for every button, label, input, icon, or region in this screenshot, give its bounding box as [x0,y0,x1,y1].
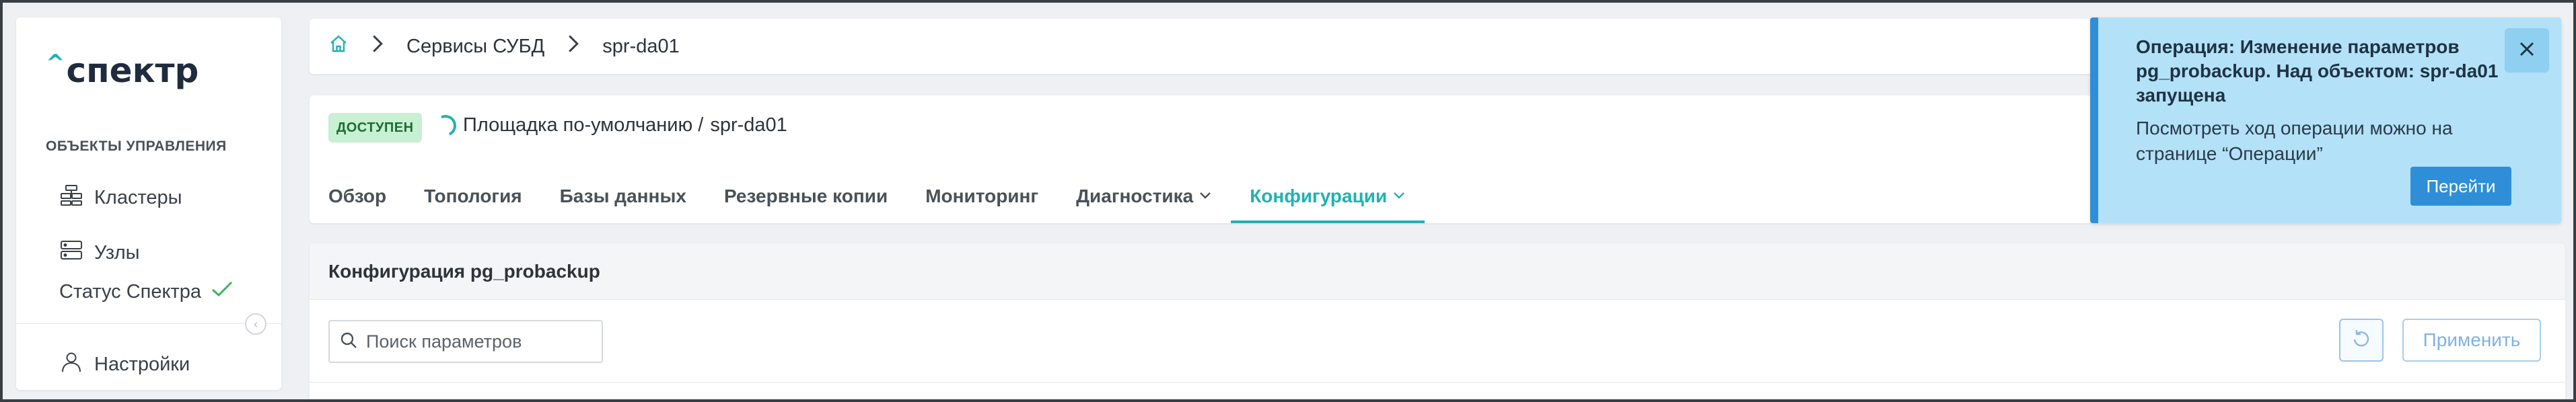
user-icon [59,350,83,379]
sidebar-section-label: ОБЪЕКТЫ УПРАВЛЕНИЯ [46,138,227,154]
loading-spinner-icon [431,111,460,140]
tab-label: Базы данных [559,186,686,206]
undo-icon [2351,328,2372,353]
object-tabs: Обзор Топология Базы данных Резервные ко… [328,169,1425,223]
breadcrumb-item-current: spr-da01 [602,35,680,57]
breadcrumb-item-dbms-services[interactable]: Сервисы СУБД [406,36,544,58]
chevron-down-icon [1392,189,1406,204]
sidebar: ^ спектр ОБЪЕКТЫ УПРАВЛЕНИЯ Кластеры Узл… [16,17,281,390]
object-path: Площадка по-умолчанию / spr-da01 [431,111,787,140]
tab-label: Топология [424,186,522,206]
tab-label: Конфигурации [1250,186,1388,206]
divider [310,382,2565,383]
object-header: ДОСТУПЕН Площадка по-умолчанию / spr-da0… [310,95,2093,223]
search-field[interactable] [328,320,603,363]
status-badge: ДОСТУПЕН [328,113,422,143]
tab-label: Диагностика [1076,186,1194,206]
spectr-status[interactable]: Статус Спектра [59,280,234,304]
search-input[interactable] [366,331,588,352]
tab-backups[interactable]: Резервные копии [724,169,888,223]
apply-button[interactable]: Применить [2402,319,2541,362]
tab-topology[interactable]: Топология [424,169,522,223]
chevron-right-icon [563,34,583,59]
close-icon [2517,40,2536,62]
cluster-icon [59,183,83,212]
sidebar-item-settings[interactable]: Настройки [59,350,190,379]
search-icon [339,331,358,353]
platform-label[interactable]: Площадка по-умолчанию / [463,114,703,136]
sidebar-item-nodes[interactable]: Узлы [59,238,140,268]
sidebar-item-label: Кластеры [94,186,182,208]
logo[interactable]: ^ спектр [46,50,199,90]
logo-text: спектр [66,51,199,90]
sidebar-item-label: Настройки [94,353,190,375]
toast-close-button[interactable] [2505,28,2549,73]
home-icon[interactable] [328,34,349,59]
tab-configurations[interactable]: Конфигурации [1231,169,1425,223]
tab-diagnostics[interactable]: Диагностика [1076,169,1212,223]
config-panel: Конфигурация pg_probackup Применить [310,243,2565,399]
tab-monitoring[interactable]: Мониторинг [925,169,1038,223]
config-title: Конфигурация pg_probackup [310,243,2565,300]
chevron-down-icon [1198,189,1212,204]
tab-databases[interactable]: Базы данных [560,169,686,223]
tab-overview[interactable]: Обзор [328,169,386,223]
sidebar-item-label: Узлы [94,241,140,264]
chevron-left-icon: ‹ [254,317,258,331]
tab-label: Мониторинг [925,186,1039,206]
logo-caret-icon: ^ [46,50,65,77]
tab-label: Резервные копии [723,186,888,206]
sidebar-divider [16,323,281,324]
notification-toast: Операция: Изменение параметров pg_probac… [2090,17,2561,223]
breadcrumb: Сервисы СУБД spr-da01 [310,19,2093,74]
status-label: Статус Спектра [59,280,202,303]
tab-label: Обзор [328,186,387,206]
sidebar-item-clusters[interactable]: Кластеры [59,183,182,212]
checkmark-icon [211,280,234,304]
toast-message: Посмотреть ход операции можно на страниц… [2136,118,2453,164]
go-to-operations-button[interactable]: Перейти [2410,167,2511,206]
reset-button[interactable] [2339,319,2384,362]
toast-title: Операция: Изменение параметров pg_probac… [2136,36,2499,106]
server-icon [59,238,83,268]
sidebar-collapse-button[interactable]: ‹ [245,313,266,335]
chevron-right-icon [367,34,388,59]
object-name: spr-da01 [710,114,787,136]
app-window: ^ спектр ОБЪЕКТЫ УПРАВЛЕНИЯ Кластеры Узл… [0,0,2576,402]
